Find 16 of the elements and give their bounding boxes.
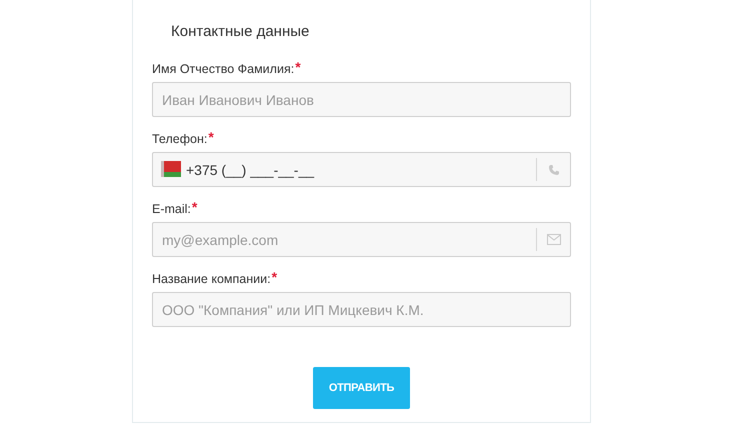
form-title: Контактные данные	[171, 22, 310, 42]
field-label: Название компании:	[152, 271, 271, 287]
required-mark: *	[272, 271, 278, 283]
envelope-icon	[546, 234, 560, 245]
required-mark: *	[295, 61, 301, 73]
text-field[interactable]: ООО "Компания" или ИП Мицкевич К.М.	[152, 292, 571, 327]
email-field[interactable]: my@example.com	[152, 222, 571, 257]
text-field[interactable]: Иван Иванович Иванов	[152, 82, 571, 117]
required-mark: *	[208, 131, 214, 143]
field-label: E-mail:	[152, 201, 191, 217]
field-label: Имя Отчество Фамилия:	[152, 61, 294, 77]
required-mark: *	[192, 201, 198, 213]
flag-icon	[161, 161, 181, 177]
field-label: Телефон:	[152, 131, 208, 147]
phone-field[interactable]: +375 (__) ___-__-__	[152, 152, 571, 187]
phone-icon	[548, 164, 560, 176]
